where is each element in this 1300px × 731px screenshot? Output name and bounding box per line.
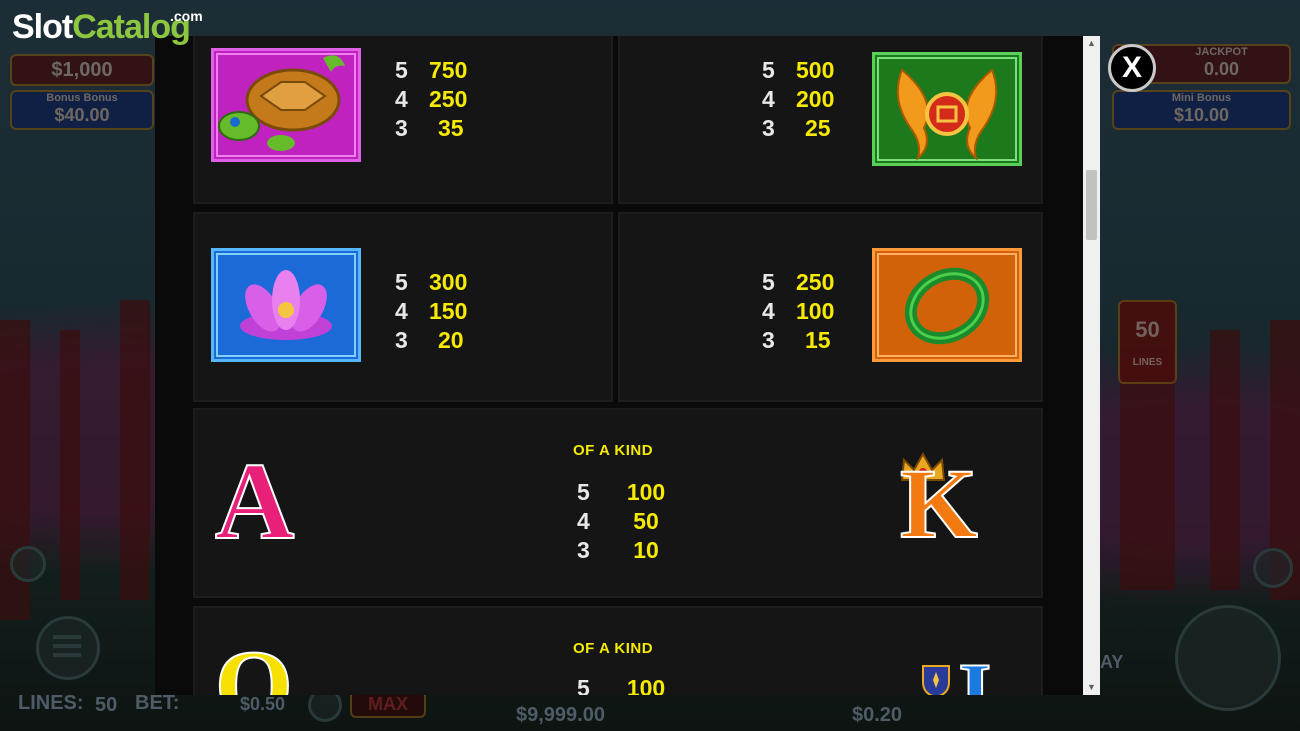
jack-symbol: J bbox=[946, 645, 992, 695]
count-label: 3 bbox=[762, 115, 775, 141]
payout-value: 750 bbox=[429, 57, 468, 83]
payout-value: 100 bbox=[626, 479, 666, 505]
slotcatalog-logo: SlotCatalog .com bbox=[12, 8, 203, 47]
bonus-right-value: $10.00 bbox=[1173, 105, 1230, 125]
menu-button[interactable] bbox=[36, 616, 100, 680]
count-label: 5 bbox=[577, 479, 590, 505]
payout-value: 35 bbox=[438, 115, 464, 141]
jackpot-left-value: $1,000 bbox=[51, 59, 113, 81]
lotus-icon bbox=[216, 253, 356, 357]
payout-value: 10 bbox=[633, 537, 659, 563]
paytable-card-koi: 5 500 4 200 3 25 bbox=[618, 36, 1043, 204]
count-label: 5 bbox=[395, 57, 408, 83]
close-button[interactable]: X bbox=[1108, 44, 1156, 92]
ace-symbol: A bbox=[214, 439, 295, 563]
koi-payouts: 5 500 4 200 3 25 bbox=[762, 56, 834, 143]
of-a-kind-label: OF A KIND bbox=[573, 442, 654, 459]
jade-symbol bbox=[872, 248, 1022, 362]
payout-value: 15 bbox=[805, 327, 831, 353]
bonus-right-label: Mini Bonus bbox=[1171, 92, 1232, 104]
payout-value: 100 bbox=[626, 675, 666, 695]
bonus-left-value: $40.00 bbox=[54, 105, 110, 125]
turtle-symbol bbox=[211, 48, 361, 162]
bonus-box-right: Mini Bonus $10.00 bbox=[1112, 90, 1291, 130]
payout-value: 25 bbox=[805, 115, 831, 141]
lines-value: 50 bbox=[95, 694, 118, 716]
jade-bangle-icon bbox=[877, 253, 1017, 357]
lotus-payouts: 5 300 4 150 3 20 bbox=[395, 268, 467, 355]
count-label: 4 bbox=[395, 86, 408, 112]
logo-com-text: .com bbox=[170, 8, 203, 24]
count-label: 4 bbox=[762, 86, 775, 112]
spin-button[interactable] bbox=[1175, 605, 1281, 711]
paytable-card-turtle: 5 750 4 250 3 35 bbox=[193, 36, 613, 204]
autoplay-button[interactable] bbox=[1253, 548, 1293, 588]
count-label: 5 bbox=[762, 269, 775, 295]
of-a-kind-label: OF A KIND bbox=[573, 640, 654, 657]
close-icon: X bbox=[1121, 51, 1142, 84]
bonus-left-label: Bonus Bonus bbox=[46, 92, 118, 104]
koi-symbol bbox=[872, 52, 1022, 166]
jade-payouts: 5 250 4 100 3 15 bbox=[762, 268, 834, 355]
count-label: 5 bbox=[762, 57, 775, 83]
side-lines-label: LINES bbox=[1132, 357, 1163, 368]
max-label: MAX bbox=[368, 694, 408, 714]
bonus-box-left: Bonus Bonus $40.00 bbox=[10, 90, 154, 130]
info-button[interactable] bbox=[10, 546, 46, 582]
payout-value: 200 bbox=[796, 86, 835, 112]
paytable-scrollbar[interactable]: ▲ ▼ bbox=[1083, 36, 1100, 695]
lotus-symbol bbox=[211, 248, 361, 362]
payout-value: 150 bbox=[429, 298, 468, 324]
koi-fish-icon bbox=[877, 57, 1017, 161]
queen-jack-payouts: 5 100 bbox=[577, 674, 681, 695]
payout-value: 100 bbox=[796, 298, 835, 324]
hamburger-icon bbox=[53, 635, 81, 639]
red-pillar-left-2 bbox=[60, 330, 80, 600]
turtle-payouts: 5 750 4 250 3 35 bbox=[395, 56, 467, 143]
count-label: 3 bbox=[762, 327, 775, 353]
bet-value: $0.50 bbox=[240, 694, 286, 714]
logo-slot-text: Slot bbox=[12, 8, 73, 46]
turtle-icon bbox=[216, 53, 356, 157]
count-label: 4 bbox=[762, 298, 775, 324]
count-label: 3 bbox=[577, 537, 590, 563]
count-label: 5 bbox=[577, 675, 590, 695]
count-label: 4 bbox=[395, 298, 408, 324]
paytable-card-ace-king: A OF A KIND 5 100 4 50 3 10 K bbox=[193, 408, 1043, 598]
count-label: 3 bbox=[395, 327, 408, 353]
payout-value: 250 bbox=[429, 86, 468, 112]
paytable-card-lotus: 5 300 4 150 3 20 bbox=[193, 212, 613, 402]
credit-value: $9,999.00 bbox=[516, 704, 605, 726]
bet-label: BET: bbox=[135, 692, 180, 714]
payout-value: 250 bbox=[796, 269, 835, 295]
scroll-down-arrow-icon[interactable]: ▼ bbox=[1083, 680, 1100, 695]
red-pillar-left-3 bbox=[120, 300, 150, 600]
play-label: AY bbox=[1100, 652, 1124, 672]
payout-value: 500 bbox=[796, 57, 835, 83]
paytable-card-jade: 5 250 4 100 3 15 bbox=[618, 212, 1043, 402]
win-value: $0.20 bbox=[852, 704, 903, 726]
queen-symbol: Q bbox=[214, 629, 294, 695]
side-lines-badge: 50 LINES bbox=[1118, 300, 1177, 384]
king-symbol: K bbox=[899, 447, 979, 560]
jackpot-box-left: $1,000 bbox=[10, 54, 154, 86]
ace-king-payouts: 5 100 4 50 3 10 bbox=[577, 478, 681, 565]
paytable-card-queen-jack: Q OF A KIND 5 100 J bbox=[193, 606, 1043, 695]
payout-value: 300 bbox=[429, 269, 468, 295]
side-lines-value: 50 bbox=[1135, 317, 1160, 342]
count-label: 4 bbox=[577, 508, 590, 534]
lines-label: LINES: bbox=[18, 692, 84, 714]
count-label: 3 bbox=[395, 115, 408, 141]
scroll-up-arrow-icon[interactable]: ▲ bbox=[1083, 36, 1100, 51]
count-label: 5 bbox=[395, 269, 408, 295]
paytable-panel[interactable]: 5 750 4 250 3 35 5 500 4 200 3 25 5 300 … bbox=[155, 36, 1100, 695]
red-pillar-right-2 bbox=[1210, 330, 1240, 590]
payout-value: 20 bbox=[438, 327, 464, 353]
scroll-thumb[interactable] bbox=[1086, 170, 1097, 240]
payout-value: 50 bbox=[633, 508, 659, 534]
